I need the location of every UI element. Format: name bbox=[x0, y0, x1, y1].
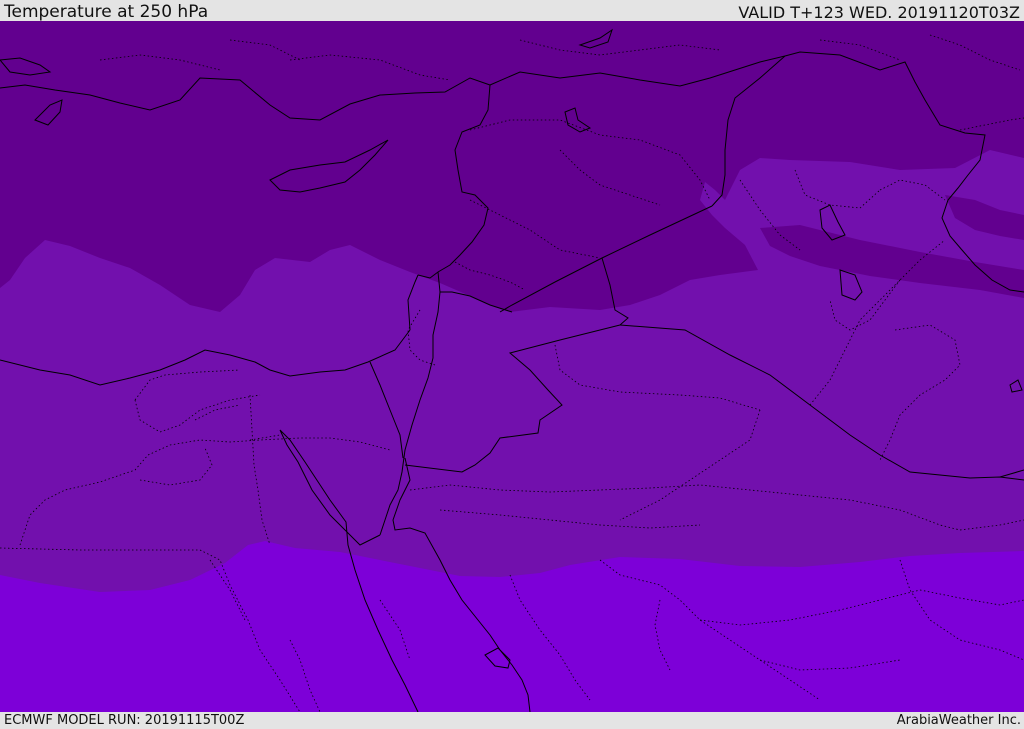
map-title: Temperature at 250 hPa bbox=[4, 2, 209, 22]
weather-map[interactable] bbox=[0, 21, 1024, 712]
footer-bar: ECMWF MODEL RUN: 20191115T00Z ArabiaWeat… bbox=[0, 712, 1024, 729]
credit-label: ArabiaWeather Inc. bbox=[896, 713, 1021, 728]
map-canvas bbox=[0, 21, 1024, 712]
header-bar: Temperature at 250 hPa VALID T+123 WED. … bbox=[0, 0, 1024, 21]
model-run-label: ECMWF MODEL RUN: 20191115T00Z bbox=[4, 713, 245, 728]
valid-time-label: VALID T+123 WED. 20191120T03Z bbox=[738, 3, 1020, 22]
